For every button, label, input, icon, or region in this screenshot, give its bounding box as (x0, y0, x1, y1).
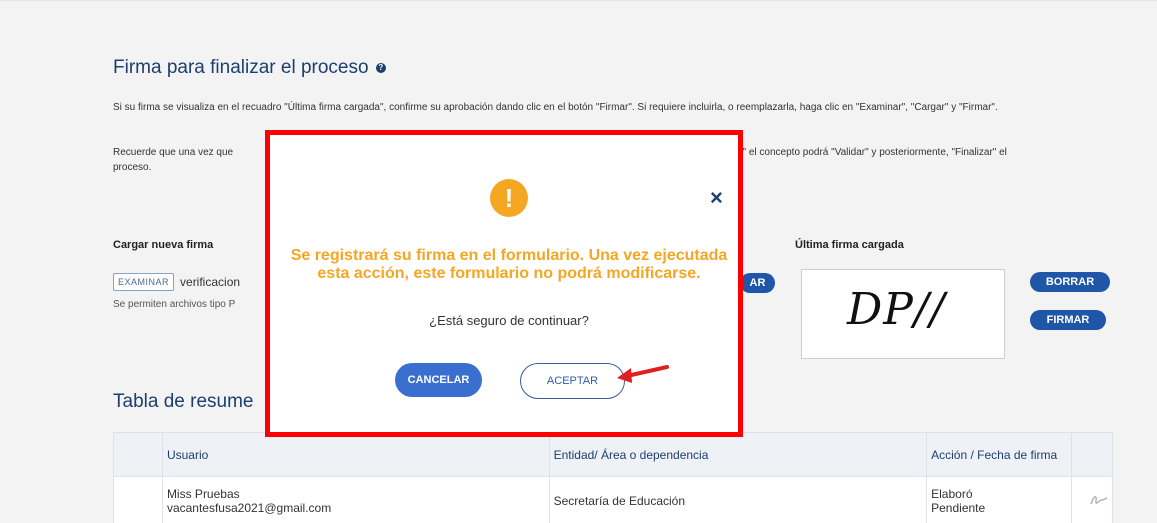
signature-text: DP// (847, 284, 946, 335)
last-signature-label: Última firma cargada (795, 239, 904, 251)
upload-label: Cargar nueva firma (113, 239, 214, 251)
action-date: Pendiente (931, 500, 986, 515)
header-user: Usuario (161, 432, 550, 477)
row-entity: Secretaría de Educación (548, 476, 928, 523)
accept-button[interactable]: ACEPTAR (520, 363, 625, 399)
action-text: Elaboró (931, 486, 973, 501)
signature-icon[interactable] (1090, 492, 1108, 506)
modal-message: Se registrará su firma en el formulario.… (290, 247, 728, 282)
header-extra (1070, 432, 1114, 477)
confirmation-modal: ! × Se registrará su firma en el formula… (265, 130, 743, 437)
instructions-paragraph: Si su firma se visualiza en el recuadro … (113, 102, 998, 113)
row-action: Elaboró Pendiente (926, 476, 1072, 523)
help-icon[interactable]: ? (375, 62, 386, 73)
reminder-text-end: proceso. (113, 162, 152, 173)
cancel-button[interactable]: CANCELAR (395, 363, 482, 397)
header-entity: Entidad/ Área o dependencia (548, 432, 928, 477)
table-row: Miss Pruebas vacantesfusa2021@gmail.com … (113, 476, 1114, 523)
pointer-arrow-icon (617, 365, 669, 383)
user-email: vacantesfusa2021@gmail.com (166, 500, 332, 515)
firmar-button[interactable]: FIRMAR (1030, 310, 1106, 330)
reminder-text-right: mitir" el concepto podrá "Validar" y pos… (723, 147, 1007, 158)
file-input-row: EXAMINAR verificacion (113, 273, 240, 291)
file-type-hint: Se permiten archivos tipo P (113, 299, 236, 310)
reminder-text-left: Recuerde que una vez que (113, 147, 234, 158)
header-spacer (113, 432, 163, 477)
table-header-row: Usuario Entidad/ Área o dependencia Acci… (113, 432, 1114, 477)
page-title: Firma para finalizar el proceso ? (113, 57, 386, 79)
row-user: Miss Pruebas vacantesfusa2021@gmail.com (161, 476, 550, 523)
warning-icon: ! (490, 179, 528, 217)
table-title: Tabla de resume (113, 391, 254, 412)
borrar-button[interactable]: BORRAR (1030, 272, 1110, 292)
summary-table: Usuario Entidad/ Área o dependencia Acci… (113, 432, 1114, 523)
page-title-text: Firma para finalizar el proceso (113, 57, 369, 78)
cargar-button[interactable]: AR (740, 273, 775, 293)
examinar-button[interactable]: EXAMINAR (113, 273, 175, 291)
file-name: verificacion (180, 275, 241, 289)
modal-question: ¿Está seguro de continuar? (429, 313, 589, 328)
row-spacer (113, 476, 163, 523)
row-signature-cell (1070, 476, 1114, 523)
close-icon[interactable]: × (710, 187, 723, 209)
header-action: Acción / Fecha de firma (926, 432, 1072, 477)
last-signature-image: DP// (801, 269, 1005, 359)
user-name: Miss Pruebas (166, 486, 240, 501)
